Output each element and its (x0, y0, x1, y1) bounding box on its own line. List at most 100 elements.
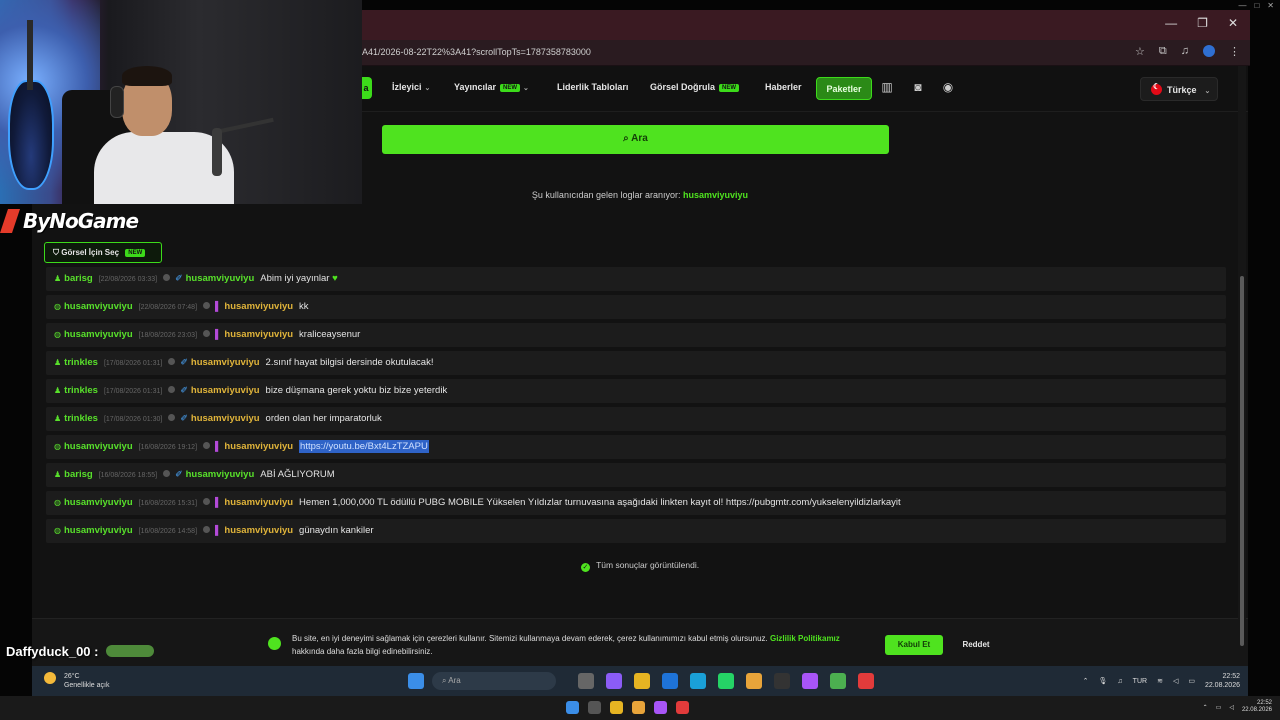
info-dot-icon[interactable] (163, 274, 171, 281)
log-username[interactable]: husamviyuviyu (186, 273, 255, 284)
store-icon[interactable] (662, 673, 678, 689)
network-icon[interactable]: ▭ (1216, 704, 1222, 711)
info-dot-icon[interactable] (203, 442, 211, 449)
chart-icon[interactable]: ▥ (878, 80, 896, 98)
log-channel[interactable]: husamviyuviyu (64, 441, 133, 452)
chrome-icon[interactable] (746, 673, 762, 689)
log-channel[interactable]: barisg (64, 469, 93, 480)
nav-item-leaderboards[interactable]: Liderlik Tabloları (557, 82, 628, 92)
volume-icon[interactable]: ◁ (1229, 704, 1234, 711)
log-username[interactable]: husamviyuviyu (224, 525, 293, 536)
minimize-icon[interactable]: — (1238, 1, 1246, 10)
discord-icon[interactable]: ◙ (909, 80, 927, 98)
nav-item-news[interactable]: Haberler (765, 82, 802, 92)
volume-icon[interactable]: ◁ (1173, 677, 1178, 685)
chrome-icon[interactable] (632, 701, 645, 714)
chevron-up-icon[interactable]: ⌃ (1083, 677, 1089, 685)
log-channel[interactable]: barisg (64, 273, 93, 284)
close-icon[interactable]: ✕ (1267, 1, 1274, 10)
bookmark-star-icon[interactable]: ☆ (1135, 45, 1145, 58)
log-username[interactable]: husamviyuviyu (224, 497, 293, 508)
nav-item-viewer[interactable]: İzleyici ⌄ (392, 82, 430, 92)
log-channel[interactable]: husamviyuviyu (64, 301, 133, 312)
accept-cookies-button[interactable]: Kabul Et (885, 635, 943, 655)
copilot-icon[interactable] (606, 673, 622, 689)
page-scrollbar[interactable] (1238, 66, 1246, 666)
reject-cookies-button[interactable]: Reddet (954, 635, 998, 655)
outer-clock[interactable]: 22:52 22.08.2026 (1242, 700, 1272, 714)
media-icon[interactable]: ♫ (1181, 45, 1189, 58)
language-selector[interactable]: Türkçe ⌄ (1140, 77, 1218, 101)
new-badge: NEW (500, 84, 521, 92)
log-row: ◍ husamviyuviyu [18/08/2026 23:03] ▌ husamvi… (46, 323, 1226, 347)
log-channel[interactable]: husamviyuviyu (64, 497, 133, 508)
info-dot-icon[interactable] (168, 386, 176, 393)
log-channel[interactable]: trinkles (64, 413, 98, 424)
close-icon[interactable]: ✕ (1228, 16, 1238, 30)
headphones-icon[interactable]: ♫ (1117, 678, 1122, 685)
info-dot-icon[interactable] (168, 414, 176, 421)
windows-start-icon[interactable] (408, 673, 424, 689)
channel-icon: ◍ (54, 498, 61, 507)
chrome-profile-icon[interactable] (830, 673, 846, 689)
url-text[interactable]: A41/2026-08-22T22%3A41?scrollTopTs=17873… (362, 47, 591, 57)
profile-avatar-icon[interactable] (1203, 45, 1215, 57)
edge-icon[interactable] (690, 673, 706, 689)
maximize-icon[interactable]: ❐ (1197, 16, 1208, 30)
info-dot-icon[interactable] (203, 498, 211, 505)
log-username[interactable]: husamviyuviyu (191, 357, 260, 368)
log-message[interactable]: https://youtu.be/Bxt4LzTZAPU (299, 440, 429, 453)
task-view-icon[interactable] (578, 673, 594, 689)
search-icon[interactable] (588, 701, 601, 714)
log-username[interactable]: husamviyuviyu (191, 385, 260, 396)
nav-item-visual-verify[interactable]: Görsel Doğrula NEW (650, 82, 740, 92)
maximize-icon[interactable]: □ (1254, 1, 1259, 10)
mic-icon[interactable]: 🎙 (1099, 677, 1108, 685)
info-dot-icon[interactable] (168, 358, 176, 365)
messenger-icon[interactable] (802, 673, 818, 689)
taskbar-search[interactable]: ⌕ Ara (432, 672, 556, 690)
windows-start-icon[interactable] (566, 701, 579, 714)
info-dot-icon[interactable] (203, 302, 211, 309)
log-username[interactable]: husamviyuviyu (224, 441, 293, 452)
wifi-icon[interactable]: ≋ (1157, 677, 1163, 685)
search-button[interactable]: ⌕ Ara (382, 125, 889, 154)
file-explorer-icon[interactable] (634, 673, 650, 689)
scrollbar-thumb[interactable] (1240, 276, 1244, 646)
input-language[interactable]: TUR (1133, 678, 1147, 685)
info-dot-icon[interactable] (203, 330, 211, 337)
log-username[interactable]: husamviyuviyu (186, 469, 255, 480)
nav-item-streamers[interactable]: Yayıncılar NEW ⌄ (454, 82, 529, 92)
menu-kebab-icon[interactable]: ⋮ (1229, 45, 1240, 58)
whatsapp-icon[interactable] (718, 673, 734, 689)
log-channel[interactable]: trinkles (64, 357, 98, 368)
log-channel[interactable]: husamviyuviyu (64, 329, 133, 340)
subscriber-badge-icon: ▌ (215, 329, 222, 339)
weather-widget[interactable]: 26°C Genellikle açık (44, 672, 109, 690)
info-dot-icon[interactable] (163, 470, 171, 477)
channel-icon: ◍ (54, 526, 61, 535)
sun-icon (44, 672, 56, 684)
visual-select-button[interactable]: ⛉ Görsel İçin Seç NEW (44, 242, 162, 263)
log-username[interactable]: husamviyuviyu (191, 413, 260, 424)
chevron-up-icon[interactable]: ⌃ (1203, 704, 1208, 711)
log-username[interactable]: husamviyuviyu (224, 301, 293, 312)
terminal-icon[interactable] (774, 673, 790, 689)
account-icon[interactable]: ◉ (939, 80, 957, 98)
clock[interactable]: 22:52 22.08.2026 (1205, 672, 1240, 690)
extensions-icon[interactable]: ⧉ (1159, 45, 1167, 58)
battery-icon[interactable]: ▭ (1188, 677, 1195, 685)
log-channel[interactable]: husamviyuviyu (64, 525, 133, 536)
brand-logo-icon (0, 209, 20, 233)
address-bar[interactable]: A41/2026-08-22T22%3A41?scrollTopTs=17873… (360, 40, 1250, 66)
packages-button[interactable]: Paketler (816, 77, 872, 100)
minimize-icon[interactable]: — (1165, 16, 1177, 30)
privacy-policy-link[interactable]: Gizlilik Politikamız (770, 634, 840, 643)
record-app-icon[interactable] (858, 673, 874, 689)
file-explorer-icon[interactable] (610, 701, 623, 714)
chrome-profile-icon[interactable] (676, 701, 689, 714)
info-dot-icon[interactable] (203, 526, 211, 533)
messenger-icon[interactable] (654, 701, 667, 714)
log-username[interactable]: husamviyuviyu (224, 329, 293, 340)
log-channel[interactable]: trinkles (64, 385, 98, 396)
